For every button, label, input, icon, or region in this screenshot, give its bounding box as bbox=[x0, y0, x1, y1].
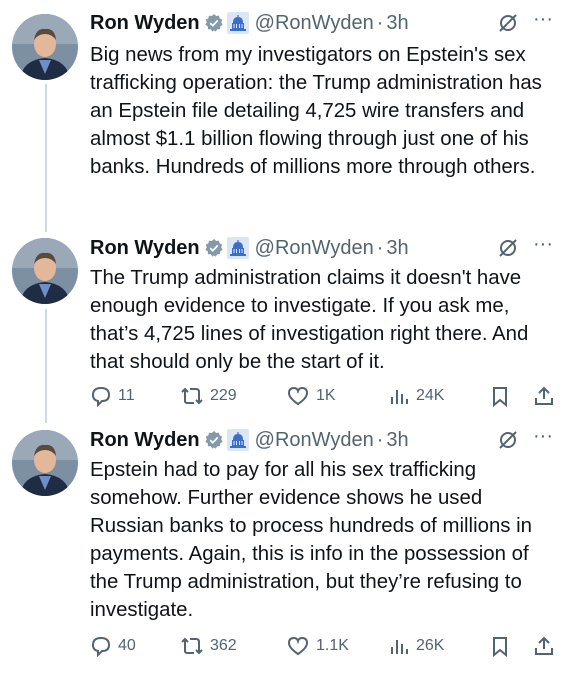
bookmark-button[interactable] bbox=[489, 635, 511, 657]
separator: · bbox=[376, 236, 384, 259]
author-handle[interactable]: @RonWyden bbox=[255, 237, 374, 260]
like-icon bbox=[286, 635, 310, 657]
separator: · bbox=[376, 11, 384, 34]
avatar[interactable] bbox=[12, 14, 78, 80]
repost-count: 229 bbox=[210, 387, 237, 404]
share-icon bbox=[533, 385, 555, 407]
tweet[interactable]: Ron Wyden @RonWyden · 3h ··· Epstein had… bbox=[0, 420, 571, 680]
author-name[interactable]: Ron Wyden bbox=[90, 429, 200, 452]
like-count: 1.1K bbox=[316, 637, 349, 654]
government-building-icon bbox=[226, 12, 249, 34]
government-building-icon bbox=[226, 429, 249, 451]
timestamp[interactable]: 3h bbox=[386, 429, 408, 452]
grok-icon[interactable] bbox=[497, 429, 519, 451]
reply-button[interactable]: 40 bbox=[90, 635, 136, 657]
more-icon[interactable]: ··· bbox=[533, 233, 553, 256]
bookmark-button[interactable] bbox=[489, 385, 511, 407]
grok-icon[interactable] bbox=[497, 237, 519, 259]
views-icon bbox=[388, 635, 410, 657]
like-button[interactable]: 1.1K bbox=[286, 635, 349, 657]
reply-icon bbox=[90, 635, 112, 657]
timestamp[interactable]: 3h bbox=[386, 237, 408, 260]
share-button[interactable] bbox=[533, 385, 555, 407]
author-name[interactable]: Ron Wyden bbox=[90, 237, 200, 260]
bookmark-icon bbox=[489, 385, 511, 407]
verified-badge-icon bbox=[204, 13, 224, 33]
avatar[interactable] bbox=[12, 430, 78, 496]
repost-count: 362 bbox=[210, 637, 237, 654]
tweet-text: The Trump administration claims it doesn… bbox=[90, 267, 529, 373]
reply-count: 40 bbox=[118, 637, 136, 654]
views-count: 26K bbox=[416, 637, 445, 654]
like-count: 1K bbox=[316, 387, 336, 404]
timestamp[interactable]: 3h bbox=[386, 12, 408, 35]
repost-button[interactable]: 362 bbox=[180, 635, 237, 657]
government-building-icon bbox=[226, 237, 249, 259]
more-icon[interactable]: ··· bbox=[533, 8, 553, 31]
action-bar: 40 362 1.1K 26K bbox=[90, 635, 560, 663]
reply-count: 11 bbox=[118, 387, 135, 404]
avatar[interactable] bbox=[12, 238, 78, 304]
like-button[interactable]: 1K bbox=[286, 385, 336, 407]
reply-icon bbox=[90, 385, 112, 407]
views-button[interactable]: 26K bbox=[388, 635, 444, 657]
verified-badge-icon bbox=[204, 238, 224, 258]
like-icon bbox=[286, 385, 310, 407]
author-handle[interactable]: @RonWyden bbox=[255, 12, 374, 35]
views-button[interactable]: 24K bbox=[388, 385, 444, 407]
views-icon bbox=[388, 385, 410, 407]
tweet-header: Ron Wyden @RonWyden · 3h ··· bbox=[90, 8, 561, 38]
views-count: 24K bbox=[416, 387, 445, 404]
grok-icon[interactable] bbox=[497, 12, 519, 34]
repost-button[interactable]: 229 bbox=[180, 385, 237, 407]
tweet-header: Ron Wyden @RonWyden · 3h ··· bbox=[90, 233, 561, 263]
repost-icon bbox=[180, 635, 204, 657]
bookmark-icon bbox=[489, 635, 511, 657]
tweet-text: Epstein had to pay for all his sex traff… bbox=[90, 459, 533, 621]
tweet-header: Ron Wyden @RonWyden · 3h ··· bbox=[90, 425, 561, 455]
author-name[interactable]: Ron Wyden bbox=[90, 12, 200, 35]
reply-button[interactable]: 11 bbox=[90, 385, 135, 407]
share-icon bbox=[533, 635, 555, 657]
separator: · bbox=[376, 428, 384, 451]
author-handle[interactable]: @RonWyden bbox=[255, 429, 374, 452]
tweet[interactable]: Ron Wyden @RonWyden · 3h ··· Big news fr… bbox=[0, 0, 571, 230]
verified-badge-icon bbox=[204, 430, 224, 450]
tweet[interactable]: Ron Wyden @RonWyden · 3h ··· The Trump a… bbox=[0, 230, 571, 420]
repost-icon bbox=[180, 385, 204, 407]
share-button[interactable] bbox=[533, 635, 555, 657]
more-icon[interactable]: ··· bbox=[533, 425, 553, 448]
tweet-text: Big news from my investigators on Epstei… bbox=[90, 44, 542, 178]
action-bar: 11 229 1K 24K bbox=[90, 385, 560, 413]
